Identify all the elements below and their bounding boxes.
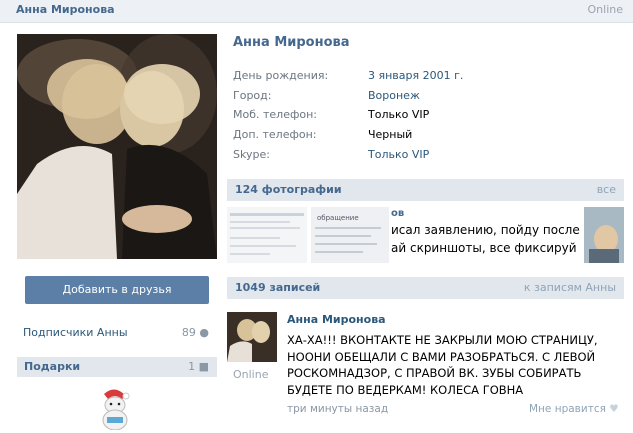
info-label: Skype: bbox=[233, 148, 270, 161]
profile-avatar[interactable] bbox=[17, 34, 217, 259]
info-value: Только VIP bbox=[368, 108, 430, 121]
wall-header[interactable]: 1049 записей к записям Анны bbox=[227, 277, 624, 299]
subscribers-count: 89 ● bbox=[182, 326, 209, 339]
photo-image bbox=[584, 207, 624, 263]
subscribers-count-value: 89 bbox=[181, 326, 196, 339]
thumb-tag: ов bbox=[391, 208, 405, 219]
photo-thumb[interactable]: обращение bbox=[311, 207, 389, 263]
subscribers-label: Подписчики Анны bbox=[23, 326, 128, 339]
info-label: Моб. телефон: bbox=[233, 108, 318, 121]
info-value-link[interactable]: 3 января 2001 г. bbox=[368, 69, 463, 82]
info-row-phone: Доп. телефон: Черный bbox=[233, 128, 613, 146]
photo-thumb[interactable] bbox=[584, 207, 624, 263]
bear-gift-icon bbox=[102, 389, 130, 431]
people-icon: ● bbox=[199, 326, 209, 339]
photos-strip: обращение ов исал заявлению, пойду после… bbox=[227, 207, 624, 263]
gifts-label: Подарки bbox=[24, 360, 81, 373]
wall-title: 1049 записей bbox=[235, 281, 321, 294]
info-value: Черный bbox=[368, 128, 413, 141]
online-status: Online bbox=[587, 3, 623, 16]
info-label: Доп. телефон: bbox=[233, 128, 317, 141]
info-label: Город: bbox=[233, 89, 272, 102]
gifts-header[interactable]: Подарки 1 ■ bbox=[17, 357, 217, 377]
subscribers-link[interactable]: Подписчики Анны 89 ● bbox=[23, 326, 209, 339]
gift-item[interactable] bbox=[95, 387, 135, 431]
gifts-count-value: 1 bbox=[188, 360, 196, 373]
like-button[interactable]: Мне нравится ♥ bbox=[529, 403, 619, 415]
gifts-count: 1 ■ bbox=[188, 360, 209, 373]
thumb-line: ай скриншоты, все фиксируй bbox=[391, 241, 577, 255]
photos-header[interactable]: 124 фотографии все bbox=[227, 179, 624, 201]
post-time[interactable]: три минуты назад bbox=[287, 403, 388, 415]
wall-link[interactable]: к записям Анны bbox=[524, 281, 616, 294]
info-row-mobile: Моб. телефон: Только VIP bbox=[233, 108, 613, 126]
like-label: Мне нравится bbox=[529, 403, 606, 415]
avatar-photo bbox=[17, 34, 217, 259]
gift-icon: ■ bbox=[198, 360, 209, 373]
heart-icon: ♥ bbox=[609, 403, 619, 415]
info-row-skype: Skype: Только VIP bbox=[233, 148, 613, 166]
photos-all-link[interactable]: все bbox=[597, 183, 616, 196]
info-value-link[interactable]: Только VIP bbox=[368, 148, 429, 161]
top-bar: Анна Миронова Online bbox=[0, 0, 633, 23]
thumb-caption: обращение bbox=[317, 214, 359, 222]
info-row-city: Город: Воронеж bbox=[233, 89, 613, 107]
top-bar-name[interactable]: Анна Миронова bbox=[16, 3, 115, 16]
info-row-birthday: День рождения: 3 января 2001 г. bbox=[233, 69, 613, 87]
post-online-status: Online bbox=[233, 368, 269, 381]
add-friend-button[interactable]: Добавить в друзья bbox=[25, 276, 209, 304]
thumb-line: исал заявлению, пойду после ра bbox=[391, 223, 599, 237]
info-label: День рождения: bbox=[233, 69, 329, 82]
info-value-link[interactable]: Воронеж bbox=[368, 89, 420, 102]
post-author[interactable]: Анна Миронова bbox=[287, 313, 386, 326]
post-avatar[interactable] bbox=[227, 312, 277, 362]
photos-title: 124 фотографии bbox=[235, 183, 342, 196]
photo-thumb[interactable]: ов исал заявлению, пойду после ра ай скр… bbox=[391, 207, 599, 263]
post-avatar-image bbox=[227, 312, 277, 362]
post-text: ХА-ХА!!! ВКОНТАКТЕ НЕ ЗАКРЫЛИ МОЮ СТРАНИ… bbox=[287, 333, 598, 397]
profile-name: Анна Миронова bbox=[233, 35, 350, 50]
photo-thumb[interactable] bbox=[227, 207, 307, 263]
screenshot-thumb bbox=[230, 213, 304, 255]
